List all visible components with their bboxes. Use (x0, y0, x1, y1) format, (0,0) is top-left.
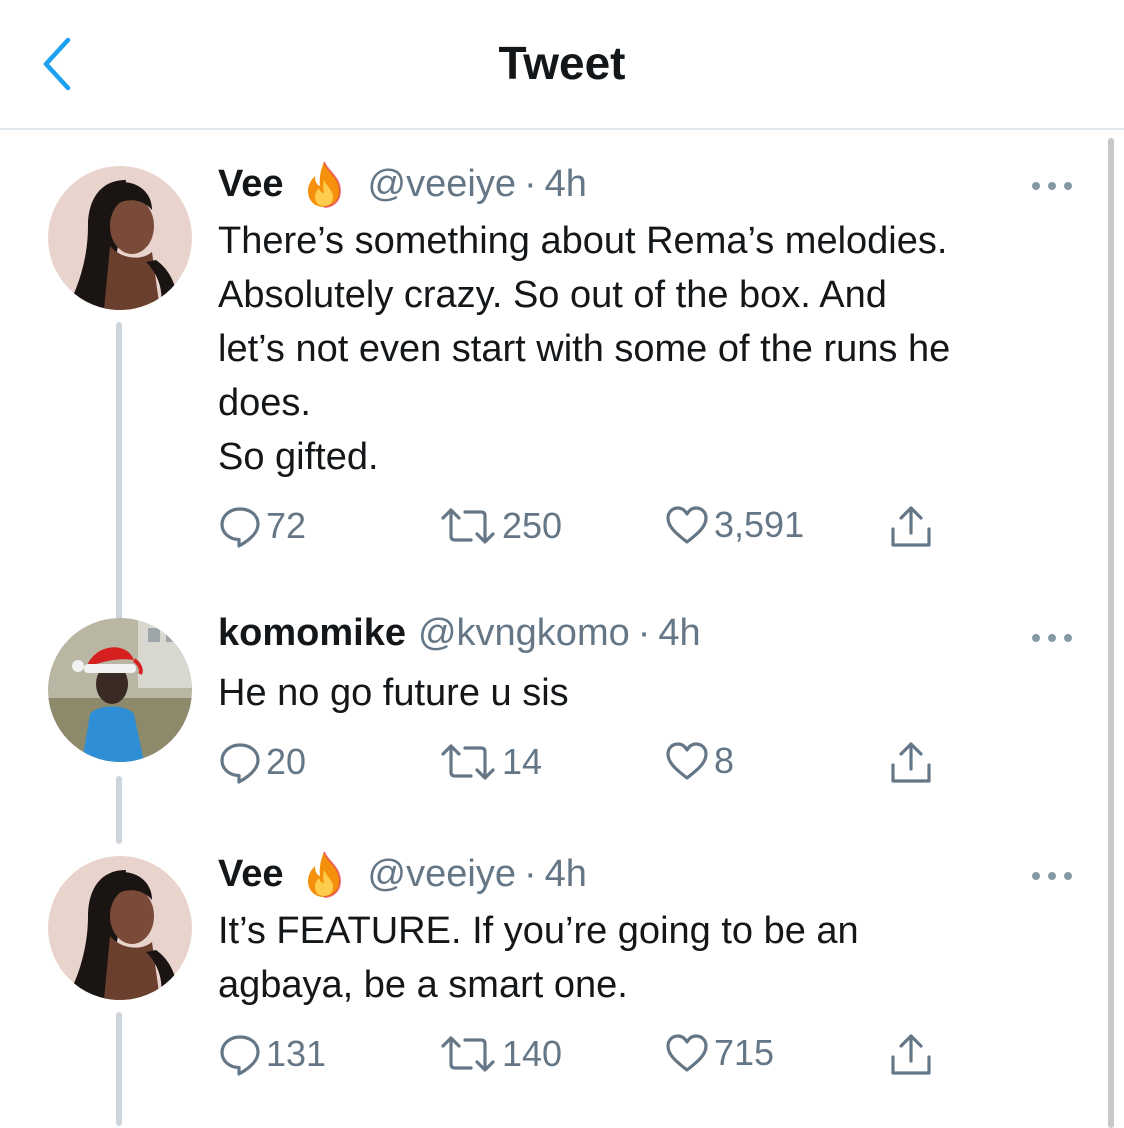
reply-count: 72 (266, 505, 307, 546)
action-bar: 20 14 8 (218, 740, 978, 790)
reply-count: 131 (266, 1033, 327, 1074)
avatar-image-komomike (48, 618, 192, 762)
user-handle[interactable]: @veeiye (368, 163, 516, 206)
more-options-icon[interactable] (1028, 176, 1076, 196)
reply-icon (218, 504, 262, 548)
tweet-text-line: does. (218, 382, 311, 424)
avatar[interactable] (48, 166, 192, 310)
like-button[interactable]: 715 (664, 1032, 774, 1074)
reply-icon (218, 740, 262, 784)
scrollbar[interactable] (1108, 138, 1114, 1128)
like-count: 3,591 (714, 504, 805, 545)
fire-emoji-icon (302, 850, 346, 898)
heart-icon (664, 504, 710, 546)
tweet-text: It’s FEATURE. If you’re going to be an a… (218, 904, 1088, 1012)
share-icon (888, 504, 934, 550)
retweet-count: 250 (502, 505, 563, 546)
fire-emoji-icon (302, 160, 346, 208)
top-bar: Tweet (0, 0, 1124, 130)
separator-dot: · (637, 612, 651, 654)
share-button[interactable] (888, 740, 934, 786)
action-bar: 72 250 3,591 (218, 504, 978, 554)
retweet-icon (438, 504, 498, 548)
heart-icon (664, 1032, 710, 1074)
avatar[interactable] (48, 618, 192, 762)
action-bar: 131 140 715 (218, 1032, 978, 1082)
avatar-image-vee (48, 166, 192, 310)
user-handle[interactable]: @veeiye (368, 853, 516, 896)
heart-icon (664, 740, 710, 782)
tweet-text-line: Absolutely crazy. So out of the box. And (218, 274, 887, 316)
separator-dot: · (523, 162, 537, 205)
tweet-header: Vee @veeiye · 4h (218, 160, 587, 208)
share-button[interactable] (888, 1032, 934, 1078)
reply-button[interactable]: 20 (218, 740, 306, 784)
timestamp[interactable]: 4h (545, 163, 587, 206)
share-icon (888, 1032, 934, 1078)
tweet-text-line: agbaya, be a smart one. (218, 964, 628, 1006)
retweet-icon (438, 740, 498, 784)
retweet-button[interactable]: 140 (438, 1032, 562, 1076)
retweet-count: 140 (502, 1033, 563, 1074)
timestamp[interactable]: 4h (545, 853, 587, 896)
tweet-text-line: There’s something about Rema’s melodies. (218, 220, 948, 262)
tweet-text-line: It’s FEATURE. If you’re going to be an (218, 910, 859, 952)
avatar-image-vee (48, 856, 192, 1000)
like-count: 715 (714, 1032, 775, 1073)
tweet-header: komomike @kvngkomo · 4h (218, 612, 701, 655)
like-count: 8 (714, 740, 735, 781)
page-title: Tweet (498, 37, 626, 89)
reply-icon (218, 1032, 262, 1076)
thread-line (116, 1012, 122, 1126)
display-name[interactable]: komomike (218, 612, 406, 655)
reply-count: 20 (266, 741, 307, 782)
tweet-text-line: let’s not even start with some of the ru… (218, 328, 951, 370)
retweet-count: 14 (502, 741, 543, 782)
share-icon (888, 740, 934, 786)
share-button[interactable] (888, 504, 934, 550)
more-options-icon[interactable] (1028, 866, 1076, 886)
tweet-header: Vee @veeiye · 4h (218, 850, 587, 898)
avatar[interactable] (48, 856, 192, 1000)
like-button[interactable]: 8 (664, 740, 734, 782)
retweet-button[interactable]: 14 (438, 740, 542, 784)
reply-button[interactable]: 131 (218, 1032, 326, 1076)
retweet-button[interactable]: 250 (438, 504, 562, 548)
more-options-icon[interactable] (1028, 628, 1076, 648)
separator-dot: · (523, 852, 537, 895)
thread-line (116, 776, 122, 844)
display-name[interactable]: Vee (218, 163, 284, 206)
retweet-icon (438, 1032, 498, 1076)
reply-button[interactable]: 72 (218, 504, 306, 548)
tweet-text-line: He no go future u sis (218, 672, 569, 714)
tweet-text-line: So gifted. (218, 436, 379, 478)
user-handle[interactable]: @kvngkomo (418, 612, 630, 655)
tweet-text: He no go future u sis (218, 666, 1088, 720)
tweet-text: There’s something about Rema’s melodies.… (218, 214, 1088, 484)
timestamp[interactable]: 4h (658, 612, 700, 655)
display-name[interactable]: Vee (218, 853, 284, 896)
like-button[interactable]: 3,591 (664, 504, 804, 546)
